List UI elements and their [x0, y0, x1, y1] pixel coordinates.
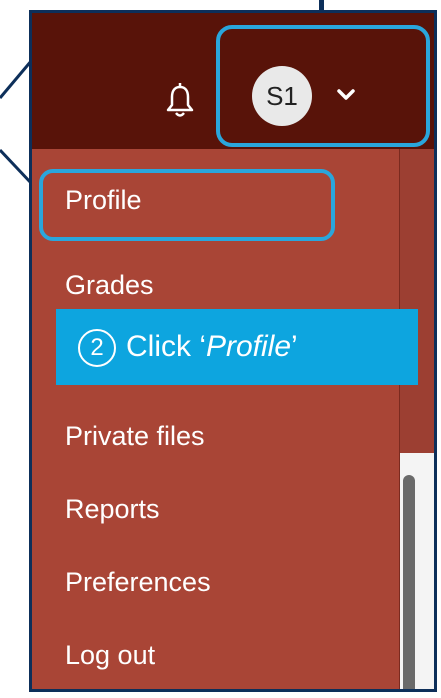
user-dropdown-menu: Profile Grades Private files Reports Pre…	[32, 149, 400, 689]
menu-item-reports[interactable]: Reports	[65, 494, 160, 525]
bell-icon[interactable]	[165, 81, 195, 121]
instruction-callout: 2 Click ‘Profile’	[56, 309, 418, 385]
step-number-badge: 2	[78, 329, 116, 368]
profile-highlight-box	[39, 169, 335, 241]
callout-suffix: ’	[291, 330, 298, 363]
menu-item-grades[interactable]: Grades	[65, 270, 154, 301]
top-navbar: S1	[32, 13, 434, 149]
scrollbar[interactable]	[403, 475, 415, 689]
menu-item-private-files[interactable]: Private files	[65, 421, 205, 452]
callout-prefix: Click ‘	[126, 330, 206, 363]
avatar-highlight-box	[216, 25, 430, 147]
callout-target: Profile	[206, 330, 292, 363]
menu-item-log-out[interactable]: Log out	[65, 640, 155, 671]
menu-item-preferences[interactable]: Preferences	[65, 567, 211, 598]
